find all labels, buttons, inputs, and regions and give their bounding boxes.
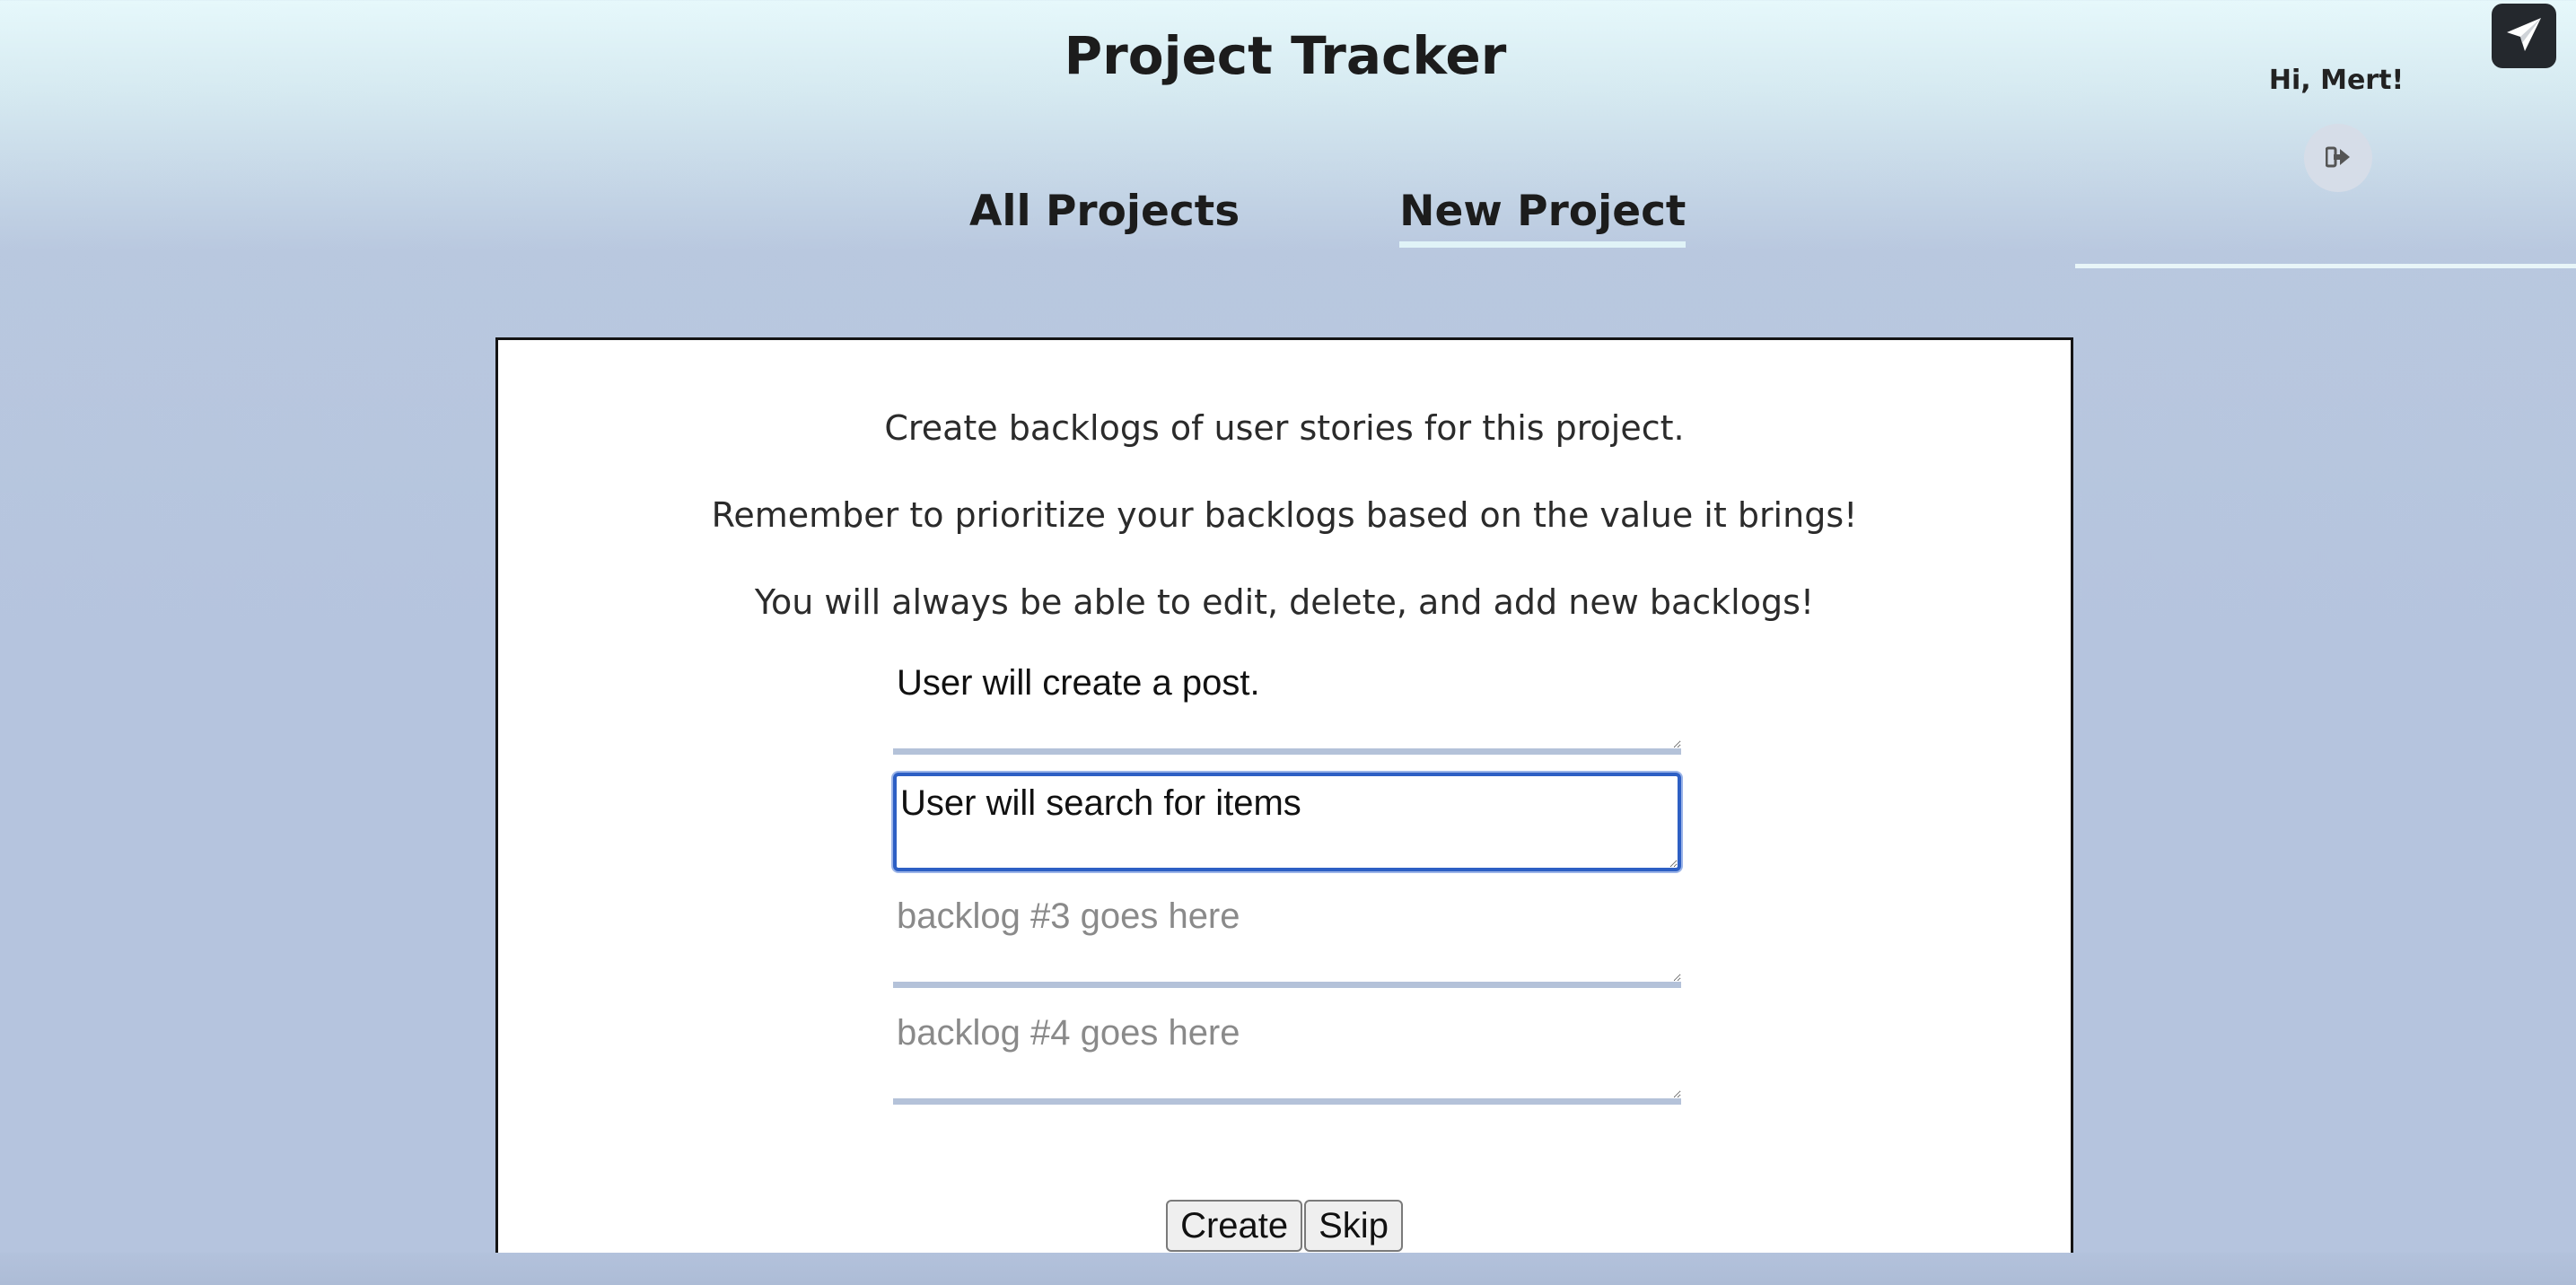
new-project-card: Create backlogs of user stories for this… bbox=[495, 337, 2073, 1253]
sign-out-icon bbox=[2325, 145, 2351, 171]
skip-button[interactable]: Skip bbox=[1304, 1200, 1403, 1252]
paper-plane-icon bbox=[2505, 16, 2543, 57]
create-button[interactable]: Create bbox=[1166, 1200, 1303, 1252]
nav-all-projects[interactable]: All Projects bbox=[969, 187, 1240, 248]
send-button[interactable] bbox=[2492, 4, 2556, 68]
instruction-text: Create backlogs of user stories for this… bbox=[884, 408, 1685, 448]
main-nav: All Projects New Project bbox=[969, 187, 1687, 248]
backlog-field-2[interactable]: User will search for items bbox=[893, 773, 1681, 871]
form-actions: Create Skip bbox=[498, 1200, 2071, 1252]
instruction-text: You will always be able to edit, delete,… bbox=[754, 582, 1815, 622]
instructions: Create backlogs of user stories for this… bbox=[498, 385, 2071, 646]
backlog-field-1[interactable]: User will create a post. bbox=[893, 656, 1681, 755]
page-footer-shade bbox=[0, 1253, 2576, 1285]
backlog-field-3[interactable] bbox=[893, 889, 1681, 988]
logout-button[interactable] bbox=[2304, 124, 2372, 192]
user-greeting: Hi, Mert! bbox=[2268, 65, 2405, 96]
nav-new-project[interactable]: New Project bbox=[1399, 187, 1687, 248]
instruction-text: Remember to prioritize your backlogs bas… bbox=[711, 495, 1858, 535]
backlog-field-4[interactable] bbox=[893, 1006, 1681, 1105]
backlog-list: User will create a post. User will searc… bbox=[893, 656, 1681, 1123]
